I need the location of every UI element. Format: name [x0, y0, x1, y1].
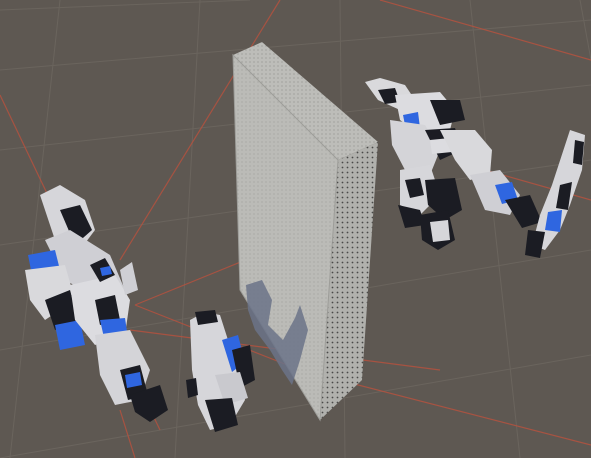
- mech-robot-right-standing[interactable]: [365, 78, 542, 250]
- mech-robot-left-lying[interactable]: [25, 185, 168, 422]
- scene-canvas: [0, 0, 591, 458]
- game-viewport[interactable]: [0, 0, 591, 458]
- mech-gun-arm-right[interactable]: [525, 130, 585, 258]
- mech-gun-arm-center[interactable]: [186, 310, 255, 432]
- wall-panel: [232, 42, 378, 422]
